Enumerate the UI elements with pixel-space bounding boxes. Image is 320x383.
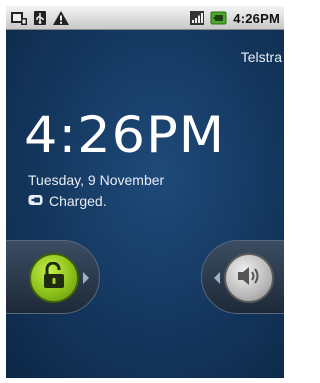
battery-status-text: Charged. bbox=[49, 193, 107, 209]
sound-toggle-handle[interactable] bbox=[224, 253, 274, 303]
slide-right-arrow-icon bbox=[83, 272, 89, 284]
unlock-padlock-icon bbox=[41, 261, 67, 295]
unlock-handle[interactable] bbox=[29, 253, 79, 303]
status-bar-time: 4:26PM bbox=[233, 10, 280, 26]
carrier-name: Telstra bbox=[240, 49, 282, 65]
signal-strength-icon bbox=[189, 10, 205, 26]
lock-screen: 4:26PM Telstra 4:26PM Tuesday, 9 Novembe… bbox=[6, 6, 284, 378]
system-icons: 4:26PM bbox=[189, 9, 280, 27]
battery-charging-icon bbox=[210, 10, 228, 26]
speaker-volume-icon bbox=[235, 264, 263, 293]
lock-screen-clock: 4:26PM bbox=[24, 106, 226, 164]
battery-status: Charged. bbox=[28, 193, 107, 209]
sound-slide-tab[interactable] bbox=[201, 240, 284, 314]
unlock-slide-tab[interactable] bbox=[6, 240, 100, 314]
notification-icons bbox=[10, 9, 70, 27]
slide-left-arrow-icon bbox=[214, 272, 220, 284]
status-bar[interactable]: 4:26PM bbox=[6, 6, 284, 30]
warning-icon bbox=[52, 10, 70, 26]
charging-plug-icon bbox=[28, 193, 44, 209]
screenshot-icon bbox=[10, 10, 28, 26]
device-frame: 4:26PM Telstra 4:26PM Tuesday, 9 Novembe… bbox=[0, 0, 287, 383]
lock-screen-date: Tuesday, 9 November bbox=[28, 172, 165, 188]
usb-icon bbox=[32, 10, 48, 26]
